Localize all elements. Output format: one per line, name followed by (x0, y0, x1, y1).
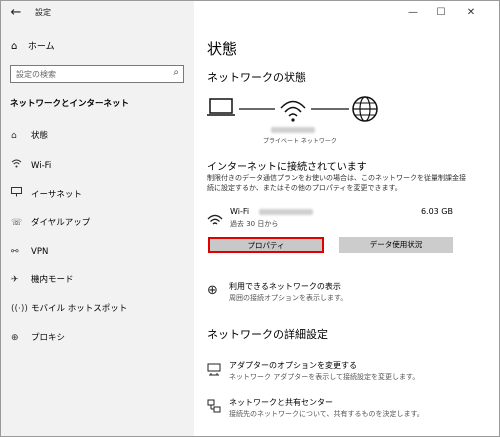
globe-icon (352, 96, 378, 122)
show-networks-subtitle: 周囲の接続オプションを表示します。 (229, 294, 348, 302)
wifi-ssid-redacted (259, 209, 313, 215)
connection-status-heading: インターネットに接続されています (207, 162, 367, 173)
adapter-options-title[interactable]: アダプターのオプションを変更する (229, 360, 357, 371)
network-diagram: プライベート ネットワーク (207, 93, 397, 145)
sidebar-item-airplane[interactable]: ✈ 機内モード (11, 273, 74, 287)
sidebar-item-label: VPN (31, 247, 49, 257)
sharing-center-icon (207, 399, 221, 417)
sidebar-item-label: イーサネット (31, 190, 82, 200)
adapter-icon (207, 362, 221, 380)
wifi-data-usage: 6.03 GB (420, 207, 453, 216)
sidebar-item-label: 機内モード (31, 275, 74, 285)
properties-button[interactable]: プロパティ (208, 237, 324, 253)
home-label: ホーム (27, 42, 55, 52)
sidebar-item-status[interactable]: ⌂ 状態 (11, 129, 48, 143)
sidebar-item-label: 状態 (31, 131, 49, 141)
airplane-icon: ✈ (11, 275, 19, 285)
main-content: 状態 ネットワークの状態 プライベート ネットワーク インターネットに接続されて… (194, 1, 499, 436)
advanced-settings-heading: ネットワークの詳細設定 (207, 328, 328, 341)
search-box[interactable]: 設定の検索 ⌕ (10, 65, 184, 83)
network-type-label: プライベート ネットワーク (263, 138, 337, 145)
sidebar-item-label: プロキシ (31, 333, 66, 343)
sidebar-item-label: モバイル ホットスポット (31, 304, 128, 314)
sidebar-section-title: ネットワークとインターネット (10, 99, 130, 109)
ethernet-icon (11, 187, 31, 202)
network-name-redacted (271, 127, 315, 133)
dialup-icon: ☏ (11, 218, 23, 228)
home-globe-icon: ⌂ (11, 131, 17, 141)
connection-description: 制限付きのデータ通信プランをお使いの場合は、このネットワークを従量制課金接続に設… (207, 174, 466, 192)
globe-icon: ⊕ (11, 333, 19, 343)
adapter-options-link[interactable]: アダプターのオプションを変更する ネットワーク アダプターを表示して接続設定を変… (207, 360, 477, 386)
settings-window: ⌂ ホーム 設定の検索 ⌕ ネットワークとインターネット ⌂ 状態 Wi-Fi イ… (0, 0, 500, 437)
search-input[interactable]: 設定の検索 (16, 69, 56, 80)
wifi-icon (207, 214, 223, 225)
wifi-icon (11, 158, 31, 173)
back-arrow-icon[interactable]: ← (7, 4, 25, 22)
sidebar-home[interactable]: ⌂ ホーム (11, 39, 55, 52)
laptop-icon (207, 98, 235, 116)
sharing-center-subtitle: 接続先のネットワークについて、共有するものを決定します。 (229, 410, 424, 418)
network-diagram-graphic (207, 96, 378, 122)
sidebar-item-vpn[interactable]: ⚯ VPN (11, 245, 48, 259)
network-status-heading: ネットワークの状態 (207, 71, 306, 84)
sidebar-item-label: ダイヤルアップ (31, 218, 91, 228)
hotspot-icon: ((·)) (11, 304, 28, 314)
sidebar-item-ethernet[interactable]: イーサネット (11, 187, 82, 201)
wifi-icon (280, 100, 306, 122)
wifi-label: Wi-Fi (230, 207, 250, 216)
wifi-usage-period: 過去 30 日から (230, 220, 279, 228)
show-networks-title[interactable]: 利用できるネットワークの表示 (229, 281, 341, 292)
sidebar-item-hotspot[interactable]: ((·)) モバイル ホットスポット (11, 302, 127, 316)
search-icon[interactable]: ⌕ (173, 67, 179, 78)
data-usage-button[interactable]: データ使用状況 (339, 237, 453, 253)
page-title: 状態 (207, 40, 238, 58)
sidebar-item-wifi[interactable]: Wi-Fi (11, 158, 51, 172)
window-title: 設定 (35, 8, 51, 17)
wifi-connection-row: Wi-Fi 過去 30 日から 6.03 GB (207, 205, 467, 235)
sharing-center-title[interactable]: ネットワークと共有センター (229, 397, 333, 408)
show-networks-link[interactable]: ⊕ 利用できるネットワークの表示 周囲の接続オプションを表示します。 (207, 281, 477, 307)
sidebar-item-label: Wi-Fi (31, 161, 52, 171)
vpn-icon: ⚯ (11, 247, 19, 257)
sharing-center-link[interactable]: ネットワークと共有センター 接続先のネットワークについて、共有するものを決定しま… (207, 397, 477, 423)
sidebar-item-proxy[interactable]: ⊕ プロキシ (11, 331, 65, 345)
sidebar: ⌂ ホーム 設定の検索 ⌕ ネットワークとインターネット ⌂ 状態 Wi-Fi イ… (1, 1, 194, 436)
adapter-options-subtitle: ネットワーク アダプターを表示して接続設定を変更します。 (229, 373, 420, 381)
sidebar-item-dialup[interactable]: ☏ ダイヤルアップ (11, 216, 90, 230)
globe-icon: ⊕ (207, 283, 218, 298)
home-icon: ⌂ (11, 41, 18, 52)
